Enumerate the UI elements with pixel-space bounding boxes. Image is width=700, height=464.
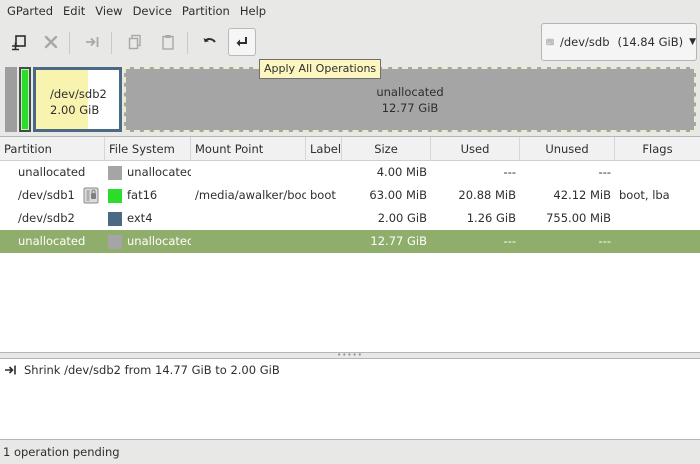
apply-tooltip: Apply All Operations <box>259 59 382 79</box>
column-header-used[interactable]: Used <box>431 137 520 161</box>
chevron-down-icon: ▼ <box>689 37 696 47</box>
cell-unused: 755.00 MiB <box>546 211 611 225</box>
column-header-size[interactable]: Size <box>342 137 431 161</box>
menu-partition[interactable]: Partition <box>177 0 235 22</box>
operation-item[interactable]: Shrink /dev/sdb2 from 14.77 GiB to 2.00 … <box>0 359 700 381</box>
mounted-lock-icon <box>83 187 99 204</box>
resize-move-icon <box>86 37 99 47</box>
column-header-partition[interactable]: Partition <box>0 137 105 161</box>
device-size: (14.84 GiB) <box>617 35 684 49</box>
cell-filesystem-text: ext4 <box>127 211 153 225</box>
cell-filesystem: unallocated <box>105 161 191 184</box>
column-header-flags[interactable]: Flags <box>615 137 700 161</box>
apply-button[interactable] <box>228 28 256 56</box>
toolbar-separator <box>69 32 70 54</box>
undo-icon <box>203 38 216 43</box>
menu-help[interactable]: Help <box>235 0 271 22</box>
cell-partition-text: /dev/sdb1 <box>18 188 75 202</box>
fs-color-swatch <box>108 188 122 203</box>
cell-used: 20.88 MiB <box>458 188 516 202</box>
paste-button[interactable] <box>154 28 182 56</box>
partition-table: Partition File System Mount Point Label … <box>0 136 700 353</box>
cell-label <box>306 161 342 184</box>
cell-filesystem: unallocated <box>105 230 191 253</box>
cell-label <box>306 230 342 253</box>
operation-text: Shrink /dev/sdb2 from 14.77 GiB to 2.00 … <box>24 363 280 377</box>
cell-flags <box>615 161 700 184</box>
apply-icon <box>236 37 247 47</box>
delete-icon <box>44 35 58 49</box>
menu-edit[interactable]: Edit <box>58 0 90 22</box>
cell-partition: /dev/sdb1 <box>0 184 105 207</box>
map-sdb2-name: /dev/sdb2 <box>50 87 107 101</box>
cell-used: --- <box>503 234 516 248</box>
column-header-unused[interactable]: Unused <box>520 137 615 161</box>
toolbar-separator <box>111 32 112 54</box>
new-partition-button[interactable] <box>5 28 33 56</box>
delete-button[interactable] <box>37 28 65 56</box>
status-bar: 1 operation pending <box>3 445 120 459</box>
column-header-filesystem[interactable]: File System <box>105 137 191 161</box>
cell-size: 63.00 MiB <box>369 188 427 202</box>
column-header-label[interactable]: Label <box>306 137 342 161</box>
map-unallocated-size: 12.77 GiB <box>381 100 439 115</box>
table-header: Partition File System Mount Point Label … <box>0 137 700 161</box>
map-sdb2-size: 2.00 GiB <box>50 103 100 117</box>
cell-filesystem: fat16 <box>105 184 191 207</box>
cell-mountpoint: /media/awalker/boot <box>195 188 306 202</box>
copy-button[interactable] <box>121 28 149 56</box>
menu-gparted[interactable]: GParted <box>2 0 58 22</box>
table-row[interactable]: /dev/sdb1 fat16 /media/awalker/boot boot… <box>0 184 700 207</box>
cell-mountpoint <box>191 230 306 253</box>
toolbar-separator <box>187 32 188 54</box>
cell-flags: boot, lba <box>619 188 670 202</box>
fs-color-swatch <box>108 165 122 180</box>
map-unallocated-small[interactable] <box>5 67 17 132</box>
resize-move-button[interactable] <box>79 28 107 56</box>
table-row[interactable]: /dev/sdb2 ext4 2.00 GiB 1.26 GiB 755.00 … <box>0 207 700 230</box>
cell-filesystem-text: fat16 <box>127 188 158 202</box>
cell-flags <box>615 230 700 253</box>
map-unallocated-large[interactable]: unallocated 12.77 GiB <box>124 67 696 132</box>
map-unallocated-name: unallocated <box>376 84 444 99</box>
cell-unused: --- <box>598 165 611 179</box>
device-selector[interactable]: /dev/sdb (14.84 GiB) ▼ <box>541 23 697 61</box>
new-partition-icon <box>12 35 26 51</box>
cell-mountpoint <box>191 207 306 230</box>
cell-unused: 42.12 MiB <box>553 188 611 202</box>
map-partition-sdb1[interactable] <box>19 67 31 132</box>
undo-button[interactable] <box>196 28 224 56</box>
cell-partition: unallocated <box>18 165 86 179</box>
resize-icon <box>5 365 16 375</box>
cell-label: boot <box>310 188 336 202</box>
menu-device[interactable]: Device <box>128 0 177 22</box>
cell-partition: /dev/sdb2 <box>18 211 75 225</box>
paste-icon <box>162 35 174 50</box>
harddisk-icon <box>546 38 554 46</box>
menubar: GParted Edit View Device Partition Help <box>0 0 700 22</box>
fs-color-swatch <box>108 211 122 226</box>
cell-size: 12.77 GiB <box>370 234 427 248</box>
cell-unused: --- <box>598 234 611 248</box>
device-name: /dev/sdb <box>560 35 610 49</box>
fs-color-swatch <box>108 234 122 249</box>
table-row-selected[interactable]: unallocated unallocated 12.77 GiB --- --… <box>0 230 700 253</box>
cell-size: 2.00 GiB <box>377 211 427 225</box>
cell-used: --- <box>503 165 516 179</box>
cell-size: 4.00 MiB <box>376 165 427 179</box>
cell-filesystem: ext4 <box>105 207 191 230</box>
cell-mountpoint <box>191 161 306 184</box>
cell-partition: unallocated <box>18 234 86 248</box>
cell-used: 1.26 GiB <box>466 211 516 225</box>
menu-view[interactable]: View <box>90 0 127 22</box>
column-header-mountpoint[interactable]: Mount Point <box>191 137 306 161</box>
cell-filesystem-text: unallocated <box>127 234 191 248</box>
pending-operations-list: Shrink /dev/sdb2 from 14.77 GiB to 2.00 … <box>0 358 700 440</box>
map-partition-sdb2[interactable]: /dev/sdb2 2.00 GiB <box>33 67 122 132</box>
cell-flags <box>615 207 700 230</box>
cell-filesystem-text: unallocated <box>127 165 191 179</box>
table-row[interactable]: unallocated unallocated 4.00 MiB --- --- <box>0 161 700 184</box>
copy-icon <box>128 34 141 50</box>
cell-label <box>306 207 342 230</box>
